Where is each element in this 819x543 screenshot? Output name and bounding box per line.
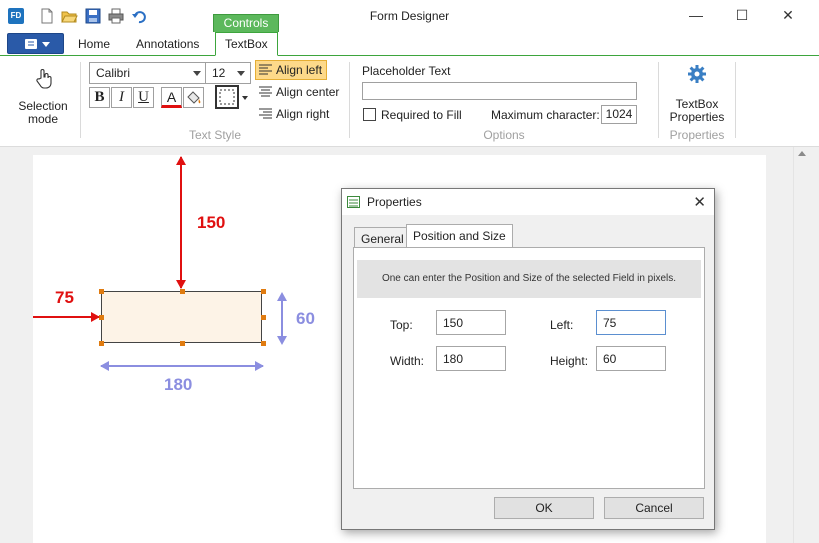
ok-button[interactable]: OK — [494, 497, 594, 519]
vertical-scrollbar[interactable] — [793, 147, 810, 543]
max-character-label: Maximum character: — [491, 108, 600, 122]
align-center-icon — [259, 86, 272, 97]
dialog-close-icon[interactable]: ✕ — [693, 193, 706, 211]
top-input[interactable]: 150 — [436, 310, 506, 335]
height-input[interactable]: 60 — [596, 346, 666, 371]
file-menu-icon — [25, 39, 50, 49]
scroll-up-icon[interactable] — [798, 151, 806, 156]
underline-button[interactable]: U — [133, 87, 154, 108]
tab-annotations[interactable]: Annotations — [136, 37, 199, 51]
required-checkbox[interactable] — [363, 108, 376, 121]
position-size-panel: One can enter the Position and Size of t… — [353, 247, 705, 489]
controls-context-label: Controls — [213, 14, 279, 32]
properties-button-label-1: TextBox — [675, 97, 719, 111]
width-label: Width: — [390, 354, 425, 368]
align-center-label: Align center — [276, 85, 340, 99]
tab-textbox[interactable]: TextBox — [215, 32, 278, 56]
ribbon-separator — [735, 62, 736, 138]
left-label: Left: — [550, 318, 574, 332]
font-family-value: Calibri — [96, 66, 131, 80]
file-menu-button[interactable] — [7, 33, 64, 54]
hand-pointer-icon — [36, 69, 52, 89]
tab-position-and-size[interactable]: Position and Size — [406, 224, 513, 248]
selection-mode-label-2: mode — [27, 112, 59, 126]
info-text: One can enter the Position and Size of t… — [357, 260, 701, 298]
font-size-combo[interactable]: 12 — [205, 62, 251, 84]
tab-general[interactable]: General — [354, 227, 411, 248]
ribbon-separator — [349, 62, 350, 138]
required-label: Required to Fill — [381, 108, 462, 122]
bold-button[interactable]: B — [89, 87, 110, 108]
textbox-properties-button[interactable]: TextBox Properties — [663, 62, 731, 126]
placeholder-input[interactable] — [362, 82, 637, 100]
width-dimension-label: 180 — [164, 375, 193, 394]
close-button[interactable]: ✕ — [765, 0, 811, 32]
title-bar: FD Form Designer — ☐ ✕ — [0, 0, 819, 32]
italic-button[interactable]: I — [111, 87, 132, 108]
font-size-value: 12 — [212, 66, 226, 80]
placeholder-label: Placeholder Text — [362, 64, 451, 78]
ribbon-separator — [658, 62, 659, 138]
chevron-down-icon[interactable] — [242, 96, 248, 101]
align-left-label: Align left — [276, 63, 323, 77]
top-dimension-label: 150 — [197, 213, 226, 232]
font-color-button[interactable]: A — [161, 87, 182, 108]
left-dimension-label: 75 — [55, 288, 74, 307]
chevron-down-icon — [193, 71, 201, 76]
align-right-icon — [259, 108, 272, 119]
ribbon-separator — [80, 62, 81, 138]
align-right-label: Align right — [276, 107, 330, 121]
left-input[interactable]: 75 — [596, 310, 666, 335]
height-dimension-label: 60 — [296, 309, 315, 328]
properties-button-label-2: Properties — [669, 110, 725, 124]
border-icon — [219, 89, 235, 105]
cancel-button[interactable]: Cancel — [604, 497, 704, 519]
selection-mode-label-1: Selection — [18, 99, 68, 113]
font-family-combo[interactable]: Calibri — [89, 62, 207, 84]
gear-icon — [688, 65, 706, 83]
properties-dialog: Properties ✕ General Position and Size O… — [341, 188, 715, 530]
ribbon-panel: Selection mode Calibri 12 B I U A Align … — [8, 56, 811, 146]
align-center-button[interactable]: Align center — [256, 83, 343, 103]
text-style-group-label: Text Style — [188, 128, 242, 142]
width-input[interactable]: 180 — [436, 346, 506, 371]
maximize-button[interactable]: ☐ — [719, 0, 765, 32]
height-label: Height: — [550, 354, 589, 368]
dialog-title: Properties — [367, 195, 422, 209]
selection-mode-button[interactable]: Selection mode — [12, 62, 74, 134]
minimize-button[interactable]: — — [673, 0, 719, 32]
chevron-down-icon — [237, 71, 245, 76]
properties-group-label: Properties — [669, 128, 725, 142]
properties-window-icon — [347, 196, 360, 208]
tab-home[interactable]: Home — [78, 37, 110, 51]
align-left-icon — [259, 64, 272, 75]
ribbon-tab-row: Home Annotations TextBox — [0, 32, 819, 56]
max-character-input[interactable]: 1024 — [601, 105, 637, 124]
options-group-label: Options — [483, 128, 525, 142]
paint-bucket-icon — [187, 91, 201, 104]
dialog-title-bar[interactable]: Properties ✕ — [342, 189, 714, 215]
align-left-button[interactable]: Align left — [255, 60, 328, 80]
dimension-arrows — [33, 156, 287, 371]
top-label: Top: — [390, 318, 413, 332]
border-style-button[interactable] — [215, 85, 239, 109]
fill-color-button[interactable] — [183, 87, 204, 108]
align-right-button[interactable]: Align right — [256, 105, 333, 125]
